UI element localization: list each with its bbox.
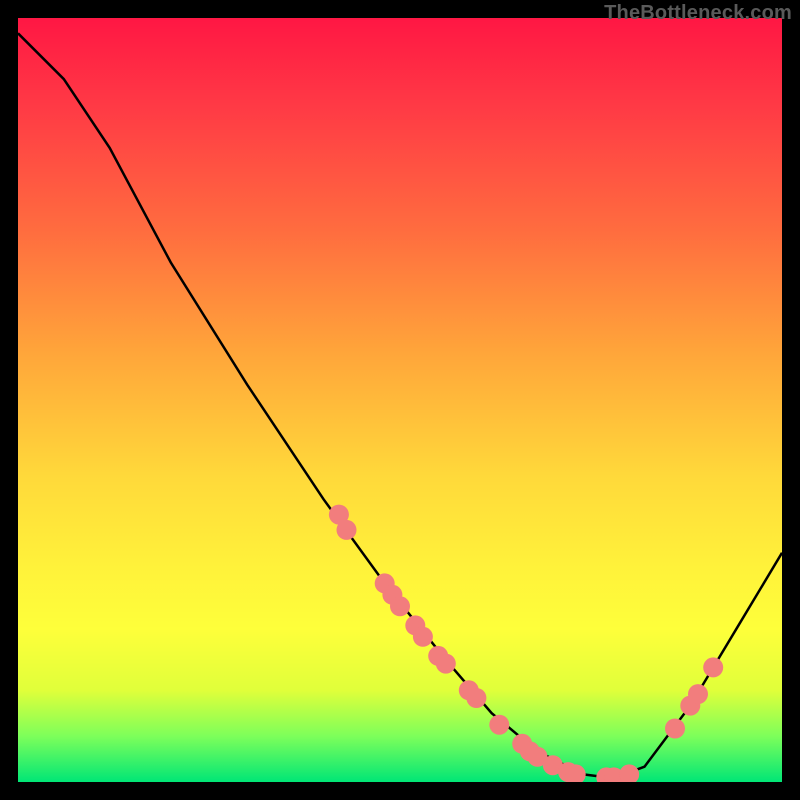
data-marker — [688, 684, 708, 704]
curve-plot — [18, 18, 782, 782]
data-marker — [489, 715, 509, 735]
bottleneck-curve — [18, 33, 782, 778]
chart-area — [18, 18, 782, 782]
data-marker — [619, 764, 639, 782]
data-marker — [703, 657, 723, 677]
data-marker — [436, 654, 456, 674]
data-marker — [665, 719, 685, 739]
data-marker — [337, 520, 357, 540]
data-marker — [466, 688, 486, 708]
watermark-text: TheBottleneck.com — [604, 2, 792, 25]
data-marker — [413, 627, 433, 647]
data-marker — [390, 596, 410, 616]
